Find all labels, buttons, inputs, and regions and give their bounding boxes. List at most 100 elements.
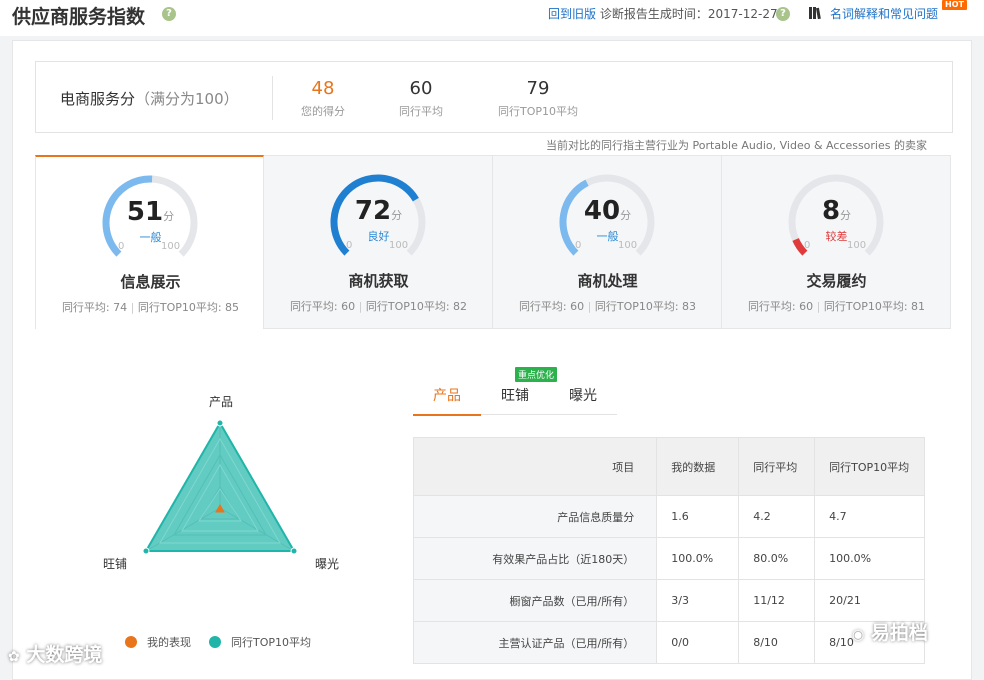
radar-top10-area [144,421,296,552]
metric-peer-avg: 同行平均: 60 [289,300,356,313]
table-row: 产品信息质量分 1.6 4.2 4.7 [412,495,925,538]
page-header: 供应商服务指数 ? 回到旧版 诊断报告生成时间：2017-12-27 ? 名词解… [0,0,984,36]
metric-tab-transaction-fulfillment[interactable]: 8分 较差 0 100 交易履约 同行平均: 60 | 同行TOP10平均: 81 [722,155,951,329]
metric-top10-avg: 同行TOP10平均: 82 [365,300,468,313]
detail-table: 项目 我的数据 同行平均 同行TOP10平均 产品信息质量分 1.6 4.2 4… [412,437,925,664]
metric-tab-lead-handling[interactable]: 40分 一般 0 100 商机处理 同行平均: 60 | 同行TOP10平均: 83 [493,155,722,329]
glossary-link[interactable]: 名词解释和常见问题 [830,5,938,22]
metric-averages: 同行平均: 60 | 同行TOP10平均: 82 [264,298,493,314]
peer-compare-note: 当前对比的同行指主营行业为 Portable Audio, Video & Ac… [546,139,927,152]
metric-tabs: 51分 一般 0 100 信息展示 同行平均: 74 | 同行TOP10平均: 85 72… [35,155,953,329]
watermark-text: 大数跨境 [26,644,103,666]
radar-axis-exposure: 曝光 [315,557,340,571]
separator: | [355,300,366,313]
metric-peer-avg: 同行平均: 60 [518,300,585,313]
my-score: 48 您的得分 [298,78,348,119]
col-header-item: 项目 [412,437,658,496]
table-row: 主营认证产品（已用/所有） 0/0 8/10 8/10 [412,621,925,664]
summary-label: 电商服务分（满分为100） [60,88,239,109]
table-cell: 4.2 [738,495,816,538]
radar-axis-product: 产品 [209,395,234,409]
radar-axis-storefront: 旺铺 [103,557,128,571]
table-cell: 橱窗产品数（已用/所有） [412,579,658,622]
metric-score-value: 72 [354,196,392,226]
tab-product[interactable]: 产品 [413,385,481,416]
table-cell: 100.0% [656,537,740,580]
metric-score-unit: 分 [163,210,175,223]
table-cell: 8/10 [738,621,816,664]
detail-tabs: 产品 旺铺 曝光 重点优化 [413,367,617,416]
top10-average-label: 同行TOP10平均 [497,105,578,118]
metric-top10-avg: 同行TOP10平均: 81 [823,300,926,313]
metric-tab-lead-acquisition[interactable]: 72分 良好 0 100 商机获取 同行平均: 60 | 同行TOP10平均: 82 [264,155,493,329]
metric-peer-avg: 同行平均: 74 [61,301,128,314]
table-cell: 有效果产品占比（近180天） [412,537,658,580]
metric-level: 一般 [139,231,162,244]
metric-name: 商机处理 [577,272,638,290]
metric-score: 8分 [722,196,951,226]
metric-score: 51分 [36,197,265,227]
metric-averages: 同行平均: 74 | 同行TOP10平均: 85 [36,299,265,315]
summary-title: 电商服务分 [60,90,136,108]
col-header-mine: 我的数据 [656,437,740,496]
watermark-text: 易拍档 [870,622,928,644]
table-cell: 11/12 [738,579,816,622]
metric-score-value: 40 [583,196,621,226]
separator: | [813,300,824,313]
gauge-max-label: 100 [161,241,181,252]
header-links: 回到旧版 诊断报告生成时间：2017-12-27 [548,5,778,22]
metric-tab-info-display[interactable]: 51分 一般 0 100 信息展示 同行平均: 74 | 同行TOP10平均: 85 [35,155,264,329]
radar-top10-point [290,547,298,555]
gauge-max-label: 100 [618,240,638,251]
summary-note: （满分为100） [135,90,239,108]
table-cell: 20/21 [814,579,925,622]
tab-storefront[interactable]: 旺铺 [481,385,549,415]
metric-name: 商机获取 [348,272,409,290]
metric-score-unit: 分 [620,209,632,222]
col-header-top10: 同行TOP10平均 [814,437,925,496]
metric-name: 交易履约 [806,272,867,290]
help-icon[interactable]: ? [162,7,176,21]
gauge-max-label: 100 [847,240,867,251]
help-icon[interactable]: ? [776,7,790,21]
legend-top10[interactable]: 同行TOP10平均 [209,634,311,650]
watermark: ✿ 大数跨境 [8,640,102,667]
service-score-summary: 电商服务分（满分为100） 48 您的得分 60 同行平均 79 同行TOP10… [35,61,953,133]
top10-average-value: 79 [526,78,550,99]
tab-exposure[interactable]: 曝光 [549,385,617,415]
legend-swatch-mine [125,636,137,648]
table-cell: 4.7 [814,495,925,538]
radar-top10-point [216,419,224,427]
old-version-link[interactable]: 回到旧版 [548,7,596,21]
metric-level: 良好 [367,230,390,243]
gauge-max-label: 100 [389,240,409,251]
my-score-label: 您的得分 [301,105,345,118]
gauge-min-label: 0 [575,240,582,251]
legend-mine-label: 我的表现 [147,636,191,649]
peer-average-value: 60 [409,78,433,99]
table-cell: 主营认证产品（已用/所有） [412,621,658,664]
table-header-row: 项目 我的数据 同行平均 同行TOP10平均 [412,437,925,496]
wechat-icon: ◉ [852,627,865,643]
metric-score: 40分 [493,196,722,226]
radar-chart [142,419,298,555]
radar-top10-point [142,547,150,555]
table-cell: 80.0% [738,537,816,580]
metric-averages: 同行平均: 60 | 同行TOP10平均: 81 [722,298,951,314]
metric-score-value: 51 [126,197,164,227]
metric-peer-avg: 同行平均: 60 [747,300,814,313]
watermark-logo-icon: ✿ [8,649,20,665]
legend-mine[interactable]: 我的表现 [125,634,191,650]
priority-badge: 重点优化 [515,367,558,382]
peer-average-label: 同行平均 [399,105,443,118]
metric-level: 一般 [596,230,619,243]
table-cell: 1.6 [656,495,740,538]
gauge-min-label: 0 [118,241,125,252]
table-row: 有效果产品占比（近180天） 100.0% 80.0% 100.0% [412,537,925,580]
table-cell: 3/3 [656,579,740,622]
my-score-value: 48 [311,78,335,99]
metric-averages: 同行平均: 60 | 同行TOP10平均: 83 [493,298,722,314]
metric-score: 72分 [264,196,493,226]
table-cell: 0/0 [656,621,740,664]
table-cell: 产品信息质量分 [412,495,658,538]
